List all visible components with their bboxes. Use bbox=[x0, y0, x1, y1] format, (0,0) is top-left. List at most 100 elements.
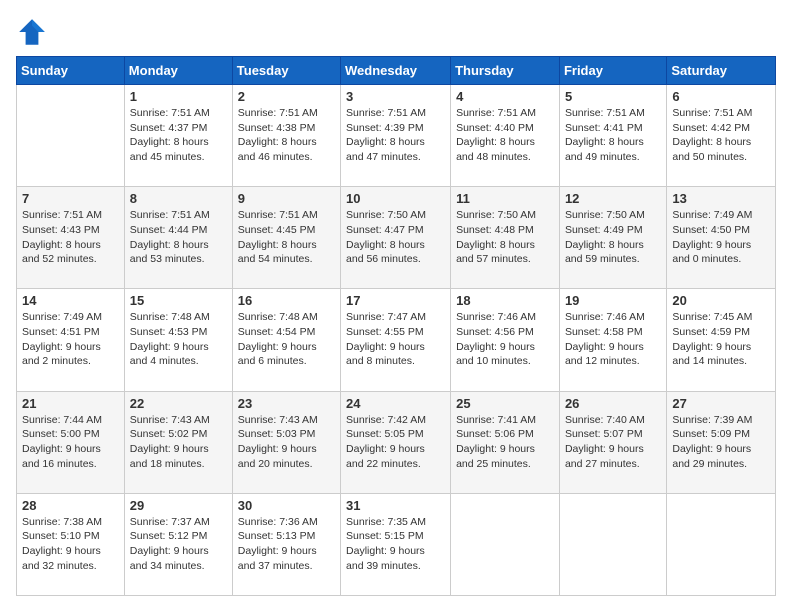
day-number: 23 bbox=[238, 396, 335, 411]
day-info: Sunrise: 7:50 AM Sunset: 4:48 PM Dayligh… bbox=[456, 208, 554, 267]
calendar-cell: 24 Sunrise: 7:42 AM Sunset: 5:05 PM Dayli… bbox=[341, 391, 451, 493]
day-number: 8 bbox=[130, 191, 227, 206]
logo-icon bbox=[16, 16, 48, 48]
day-number: 5 bbox=[565, 89, 661, 104]
day-info: Sunrise: 7:51 AM Sunset: 4:45 PM Dayligh… bbox=[238, 208, 335, 267]
week-row-1: 7 Sunrise: 7:51 AM Sunset: 4:43 PM Daylig… bbox=[17, 187, 776, 289]
calendar-header-row: SundayMondayTuesdayWednesdayThursdayFrid… bbox=[17, 57, 776, 85]
day-info: Sunrise: 7:46 AM Sunset: 4:56 PM Dayligh… bbox=[456, 310, 554, 369]
calendar-cell: 6 Sunrise: 7:51 AM Sunset: 4:42 PM Daylig… bbox=[667, 85, 776, 187]
week-row-0: 1 Sunrise: 7:51 AM Sunset: 4:37 PM Daylig… bbox=[17, 85, 776, 187]
day-info: Sunrise: 7:39 AM Sunset: 5:09 PM Dayligh… bbox=[672, 413, 770, 472]
day-number: 13 bbox=[672, 191, 770, 206]
day-info: Sunrise: 7:43 AM Sunset: 5:02 PM Dayligh… bbox=[130, 413, 227, 472]
day-header-saturday: Saturday bbox=[667, 57, 776, 85]
day-info: Sunrise: 7:50 AM Sunset: 4:49 PM Dayligh… bbox=[565, 208, 661, 267]
day-info: Sunrise: 7:36 AM Sunset: 5:13 PM Dayligh… bbox=[238, 515, 335, 574]
calendar-cell: 22 Sunrise: 7:43 AM Sunset: 5:02 PM Dayli… bbox=[124, 391, 232, 493]
day-number: 6 bbox=[672, 89, 770, 104]
calendar-cell: 25Sunrise: 7:41 AM Sunset: 5:06 PM Dayli… bbox=[451, 391, 560, 493]
calendar-cell: 14 Sunrise: 7:49 AM Sunset: 4:51 PM Dayli… bbox=[17, 289, 125, 391]
calendar-cell: 17 Sunrise: 7:47 AM Sunset: 4:55 PM Dayli… bbox=[341, 289, 451, 391]
day-number: 1 bbox=[130, 89, 227, 104]
day-number: 31 bbox=[346, 498, 445, 513]
day-info: Sunrise: 7:44 AM Sunset: 5:00 PM Dayligh… bbox=[22, 413, 119, 472]
calendar-cell: 31 Sunrise: 7:35 AM Sunset: 5:15 PM Dayli… bbox=[341, 493, 451, 595]
day-number: 17 bbox=[346, 293, 445, 308]
day-number: 16 bbox=[238, 293, 335, 308]
calendar-cell: 15 Sunrise: 7:48 AM Sunset: 4:53 PM Dayli… bbox=[124, 289, 232, 391]
day-info: Sunrise: 7:51 AM Sunset: 4:41 PM Dayligh… bbox=[565, 106, 661, 165]
day-info: Sunrise: 7:40 AM Sunset: 5:07 PM Dayligh… bbox=[565, 413, 661, 472]
day-number: 20 bbox=[672, 293, 770, 308]
calendar-cell: 19 Sunrise: 7:46 AM Sunset: 4:58 PM Dayli… bbox=[559, 289, 666, 391]
day-info: Sunrise: 7:48 AM Sunset: 4:53 PM Dayligh… bbox=[130, 310, 227, 369]
day-info: Sunrise: 7:51 AM Sunset: 4:39 PM Dayligh… bbox=[346, 106, 445, 165]
day-header-sunday: Sunday bbox=[17, 57, 125, 85]
calendar-cell: 4Sunrise: 7:51 AM Sunset: 4:40 PM Daylig… bbox=[451, 85, 560, 187]
day-number: 28 bbox=[22, 498, 119, 513]
day-number: 21 bbox=[22, 396, 119, 411]
calendar-cell: 3Sunrise: 7:51 AM Sunset: 4:39 PM Daylig… bbox=[341, 85, 451, 187]
day-header-thursday: Thursday bbox=[451, 57, 560, 85]
calendar-cell: 8 Sunrise: 7:51 AM Sunset: 4:44 PM Daylig… bbox=[124, 187, 232, 289]
calendar-cell: 23 Sunrise: 7:43 AM Sunset: 5:03 PM Dayli… bbox=[232, 391, 340, 493]
day-info: Sunrise: 7:47 AM Sunset: 4:55 PM Dayligh… bbox=[346, 310, 445, 369]
day-number: 2 bbox=[238, 89, 335, 104]
day-info: Sunrise: 7:51 AM Sunset: 4:44 PM Dayligh… bbox=[130, 208, 227, 267]
calendar-cell: 13 Sunrise: 7:49 AM Sunset: 4:50 PM Dayli… bbox=[667, 187, 776, 289]
day-info: Sunrise: 7:41 AM Sunset: 5:06 PM Dayligh… bbox=[456, 413, 554, 472]
day-info: Sunrise: 7:37 AM Sunset: 5:12 PM Dayligh… bbox=[130, 515, 227, 574]
day-number: 4 bbox=[456, 89, 554, 104]
day-header-friday: Friday bbox=[559, 57, 666, 85]
header bbox=[16, 16, 776, 48]
day-number: 11 bbox=[456, 191, 554, 206]
day-info: Sunrise: 7:51 AM Sunset: 4:38 PM Dayligh… bbox=[238, 106, 335, 165]
day-number: 15 bbox=[130, 293, 227, 308]
day-number: 18 bbox=[456, 293, 554, 308]
week-row-3: 21 Sunrise: 7:44 AM Sunset: 5:00 PM Dayli… bbox=[17, 391, 776, 493]
day-info: Sunrise: 7:49 AM Sunset: 4:50 PM Dayligh… bbox=[672, 208, 770, 267]
day-number: 29 bbox=[130, 498, 227, 513]
day-number: 14 bbox=[22, 293, 119, 308]
day-info: Sunrise: 7:43 AM Sunset: 5:03 PM Dayligh… bbox=[238, 413, 335, 472]
calendar-cell bbox=[17, 85, 125, 187]
day-info: Sunrise: 7:49 AM Sunset: 4:51 PM Dayligh… bbox=[22, 310, 119, 369]
day-number: 22 bbox=[130, 396, 227, 411]
day-number: 7 bbox=[22, 191, 119, 206]
day-header-wednesday: Wednesday bbox=[341, 57, 451, 85]
day-number: 24 bbox=[346, 396, 445, 411]
calendar-cell: 16Sunrise: 7:48 AM Sunset: 4:54 PM Dayli… bbox=[232, 289, 340, 391]
calendar-cell: 12 Sunrise: 7:50 AM Sunset: 4:49 PM Dayli… bbox=[559, 187, 666, 289]
calendar-cell: 5 Sunrise: 7:51 AM Sunset: 4:41 PM Daylig… bbox=[559, 85, 666, 187]
day-info: Sunrise: 7:51 AM Sunset: 4:43 PM Dayligh… bbox=[22, 208, 119, 267]
day-info: Sunrise: 7:51 AM Sunset: 4:42 PM Dayligh… bbox=[672, 106, 770, 165]
day-info: Sunrise: 7:51 AM Sunset: 4:37 PM Dayligh… bbox=[130, 106, 227, 165]
calendar-cell: 29 Sunrise: 7:37 AM Sunset: 5:12 PM Dayli… bbox=[124, 493, 232, 595]
day-number: 30 bbox=[238, 498, 335, 513]
day-number: 26 bbox=[565, 396, 661, 411]
calendar-cell: 9 Sunrise: 7:51 AM Sunset: 4:45 PM Daylig… bbox=[232, 187, 340, 289]
calendar-cell: 20Sunrise: 7:45 AM Sunset: 4:59 PM Dayli… bbox=[667, 289, 776, 391]
day-header-monday: Monday bbox=[124, 57, 232, 85]
day-number: 12 bbox=[565, 191, 661, 206]
calendar-cell: 30 Sunrise: 7:36 AM Sunset: 5:13 PM Dayli… bbox=[232, 493, 340, 595]
day-number: 10 bbox=[346, 191, 445, 206]
day-number: 19 bbox=[565, 293, 661, 308]
calendar-cell: 7 Sunrise: 7:51 AM Sunset: 4:43 PM Daylig… bbox=[17, 187, 125, 289]
week-row-2: 14 Sunrise: 7:49 AM Sunset: 4:51 PM Dayli… bbox=[17, 289, 776, 391]
calendar-cell: 2 Sunrise: 7:51 AM Sunset: 4:38 PM Daylig… bbox=[232, 85, 340, 187]
calendar-cell bbox=[559, 493, 666, 595]
day-info: Sunrise: 7:46 AM Sunset: 4:58 PM Dayligh… bbox=[565, 310, 661, 369]
calendar-cell bbox=[667, 493, 776, 595]
logo bbox=[16, 16, 50, 48]
day-info: Sunrise: 7:50 AM Sunset: 4:47 PM Dayligh… bbox=[346, 208, 445, 267]
day-number: 9 bbox=[238, 191, 335, 206]
day-info: Sunrise: 7:42 AM Sunset: 5:05 PM Dayligh… bbox=[346, 413, 445, 472]
calendar-cell: 1 Sunrise: 7:51 AM Sunset: 4:37 PM Daylig… bbox=[124, 85, 232, 187]
day-header-tuesday: Tuesday bbox=[232, 57, 340, 85]
calendar-cell bbox=[451, 493, 560, 595]
day-info: Sunrise: 7:35 AM Sunset: 5:15 PM Dayligh… bbox=[346, 515, 445, 574]
day-info: Sunrise: 7:38 AM Sunset: 5:10 PM Dayligh… bbox=[22, 515, 119, 574]
calendar-cell: 18 Sunrise: 7:46 AM Sunset: 4:56 PM Dayli… bbox=[451, 289, 560, 391]
